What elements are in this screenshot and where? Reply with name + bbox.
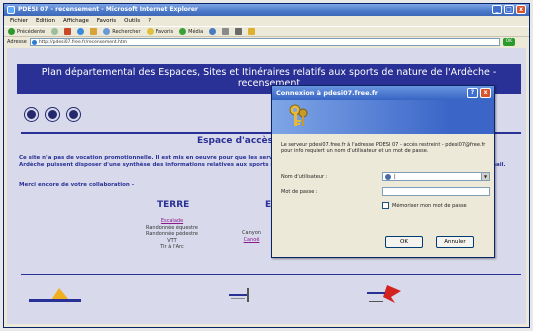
- cancel-button[interactable]: Annuler: [436, 236, 474, 248]
- address-input[interactable]: http://pdesi07.free.fr/recensement.htm: [29, 38, 500, 46]
- maximize-button[interactable]: □: [504, 5, 514, 14]
- page-heading: Espace d'accès: [197, 136, 273, 146]
- go-button[interactable]: OK: [502, 38, 515, 46]
- forward-arrow-icon: [51, 28, 59, 35]
- dialog-titlebar: Connexion à pdesi07.free.fr ? x: [272, 86, 494, 100]
- remember-password-option[interactable]: Mémoriser mon mot de passe: [382, 202, 467, 209]
- menu-favorites[interactable]: Favoris: [97, 16, 116, 26]
- menu-bar: Fichier Edition Affichage Favoris Outils…: [4, 16, 529, 26]
- page-icon: [31, 40, 37, 45]
- menu-edit[interactable]: Edition: [36, 16, 55, 26]
- keys-icon: [289, 104, 308, 126]
- password-label: Mot de passe :: [281, 189, 318, 195]
- history-button[interactable]: [209, 28, 217, 35]
- back-button[interactable]: Précédente: [8, 28, 45, 35]
- terre-item: Tir à l'Arc: [160, 244, 184, 250]
- print-icon: [235, 28, 243, 35]
- address-label: Adresse: [7, 39, 27, 45]
- browser-window: PDESI 07 - recensement - Microsoft Inter…: [3, 3, 530, 328]
- toolbar: Précédente Rechercher Favoris Média: [4, 26, 529, 37]
- favorites-label: Favoris: [155, 28, 174, 35]
- media-icon: [179, 28, 187, 35]
- menu-help[interactable]: ?: [148, 16, 151, 26]
- link-canoe[interactable]: Canoë: [229, 237, 274, 244]
- media-button[interactable]: Média: [179, 28, 203, 35]
- logo-jeunesse-sports: [367, 285, 401, 303]
- mail-button[interactable]: [222, 28, 230, 35]
- logo-conseil-general: [229, 288, 249, 302]
- refresh-icon: [77, 28, 85, 35]
- username-value: |: [394, 174, 396, 180]
- dialog-help-button[interactable]: ?: [467, 88, 478, 98]
- password-input[interactable]: [382, 187, 490, 196]
- star-icon: [146, 28, 154, 35]
- internet-explorer-icon: [7, 6, 15, 14]
- logo-ardeche: [29, 288, 81, 302]
- username-input[interactable]: | ▼: [382, 172, 490, 181]
- nav-dot-3[interactable]: [67, 108, 80, 121]
- minimize-button[interactable]: _: [492, 5, 502, 14]
- window-title: PDESI 07 - recensement - Microsoft Inter…: [18, 6, 198, 13]
- dialog-controls: ? x: [467, 88, 491, 98]
- close-button[interactable]: x: [516, 5, 526, 14]
- window-titlebar: PDESI 07 - recensement - Microsoft Inter…: [4, 4, 529, 16]
- eau-list: Canyon Canoë: [229, 230, 274, 243]
- login-dialog: Connexion à pdesi07.free.fr ? x Le serve…: [271, 85, 495, 258]
- terre-title: TERRE: [157, 200, 190, 210]
- dialog-close-button[interactable]: x: [480, 88, 491, 98]
- folder-button[interactable]: [248, 28, 256, 35]
- nav-dots: [25, 108, 80, 121]
- search-button[interactable]: Rechercher: [103, 28, 141, 35]
- forward-button[interactable]: [51, 28, 59, 35]
- search-icon: [103, 28, 111, 35]
- menu-file[interactable]: Fichier: [10, 16, 28, 26]
- remember-label: Mémoriser mon mot de passe: [392, 202, 467, 209]
- chevron-down-icon[interactable]: ▼: [481, 173, 489, 180]
- nav-dot-2[interactable]: [46, 108, 59, 121]
- back-arrow-icon: [8, 28, 15, 35]
- media-label: Média: [188, 28, 204, 35]
- folder-icon: [248, 28, 256, 35]
- stop-icon: [64, 28, 72, 35]
- terre-list: Escalade Randonnée équestre Randonnée pé…: [137, 218, 207, 251]
- ok-button[interactable]: OK: [385, 236, 423, 248]
- remember-checkbox[interactable]: [382, 202, 389, 209]
- refresh-button[interactable]: [77, 28, 85, 35]
- window-controls: _ □ x: [492, 5, 526, 14]
- mail-icon: [222, 28, 230, 35]
- stop-button[interactable]: [64, 28, 72, 35]
- address-url: http://pdesi07.free.fr/recensement.htm: [38, 40, 128, 45]
- favorites-button[interactable]: Favoris: [146, 28, 174, 35]
- address-bar: Adresse http://pdesi07.free.fr/recenseme…: [4, 37, 529, 47]
- search-label: Rechercher: [112, 28, 141, 35]
- menu-view[interactable]: Affichage: [63, 16, 89, 26]
- terre-item: Randonnée pédestre: [146, 231, 198, 237]
- dialog-title: Connexion à pdesi07.free.fr: [276, 89, 379, 97]
- thanks-text: Merci encore de votre collaboration -: [19, 182, 135, 188]
- back-label: Précédente: [17, 28, 46, 35]
- nav-dot-1[interactable]: [25, 108, 38, 121]
- username-label: Nom d'utilisateur :: [281, 174, 328, 180]
- print-button[interactable]: [235, 28, 243, 35]
- home-icon: [90, 28, 98, 35]
- divider: [21, 274, 521, 275]
- history-icon: [209, 28, 217, 35]
- dialog-message: Le serveur pdesi07.free.fr à l'adresse P…: [281, 142, 486, 154]
- dialog-banner: [272, 100, 494, 134]
- home-button[interactable]: [90, 28, 98, 35]
- user-icon: [385, 174, 391, 180]
- menu-tools[interactable]: Outils: [124, 16, 140, 26]
